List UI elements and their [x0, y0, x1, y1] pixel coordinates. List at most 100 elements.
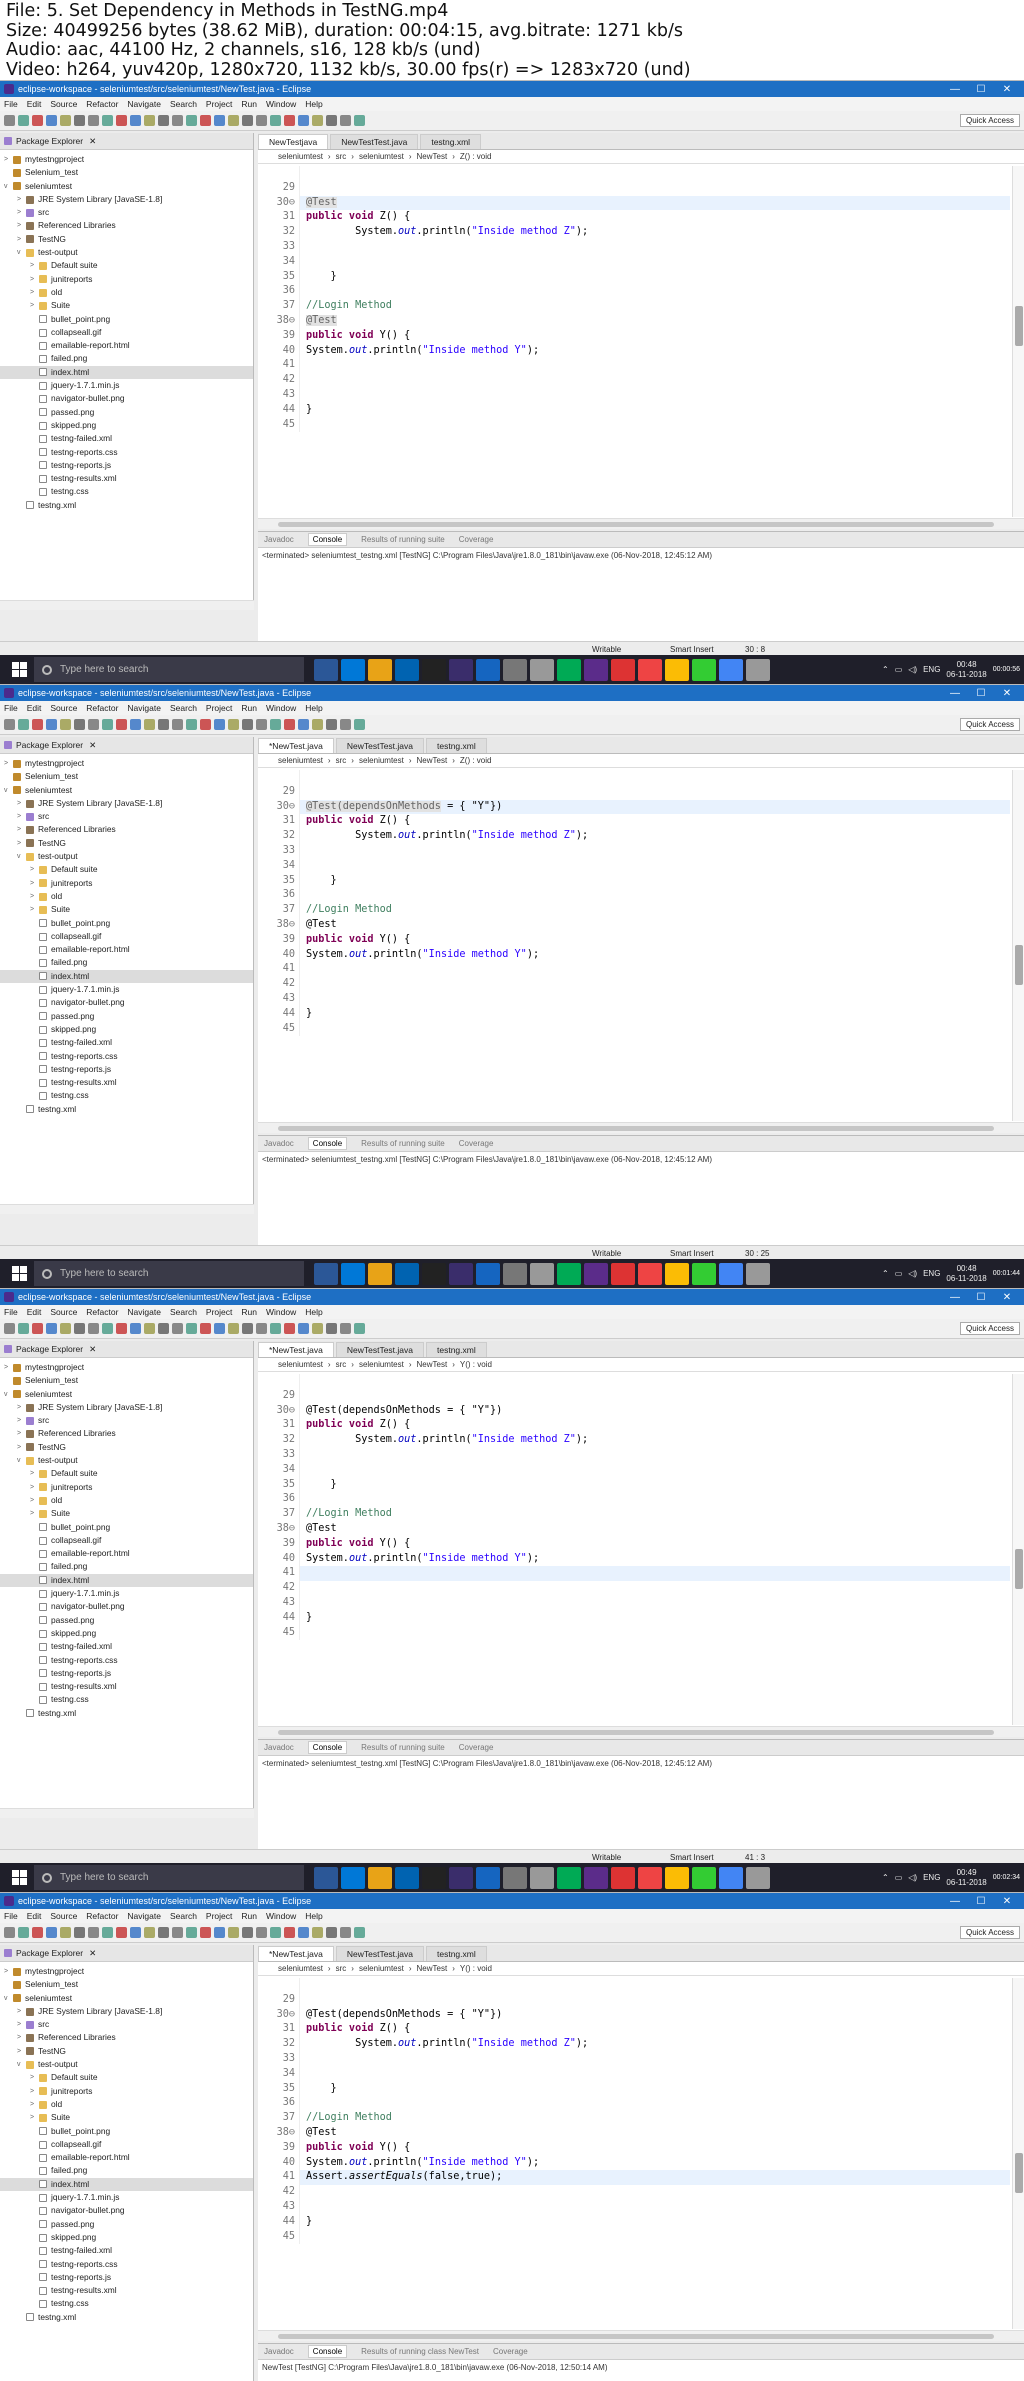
tree-item[interactable]: > junitreports	[0, 877, 253, 890]
tree-item[interactable]: testng-results.xml	[0, 1680, 253, 1693]
tree-item[interactable]: Selenium_test	[0, 1978, 253, 1991]
tree-item[interactable]: emailable-report.html	[0, 339, 253, 352]
volume-icon[interactable]: ◁)	[908, 665, 917, 674]
toolbar-icon[interactable]	[256, 719, 267, 730]
tree-item[interactable]: > old	[0, 890, 253, 903]
app-icon[interactable]	[584, 658, 608, 681]
horizontal-scrollbar[interactable]	[258, 1122, 1024, 1133]
close-icon[interactable]: ✕	[994, 1896, 1020, 1907]
toolbar-icon[interactable]	[144, 1323, 155, 1334]
expand-arrow-icon[interactable]: >	[30, 1507, 39, 1520]
chevron-up-icon[interactable]: ⌃	[882, 1873, 889, 1882]
app-icon[interactable]	[395, 658, 419, 681]
tree-item[interactable]: testng-reports.js	[0, 459, 253, 472]
tree-item[interactable]: navigator-bullet.png	[0, 2204, 253, 2217]
tab-newtesttest[interactable]: NewTestTest.java	[335, 1946, 424, 1961]
tree-item[interactable]: > mytestngproject	[0, 153, 253, 166]
toolbar-icon[interactable]	[158, 1323, 169, 1334]
expand-arrow-icon[interactable]: >	[4, 757, 13, 770]
expand-arrow-icon[interactable]: >	[17, 1414, 26, 1427]
app-icon[interactable]	[692, 1262, 716, 1285]
code-line[interactable]: 36	[258, 284, 1010, 300]
app-icon[interactable]	[395, 1262, 419, 1285]
code-line[interactable]: 43	[258, 387, 1010, 403]
toolbar-icon[interactable]	[326, 719, 337, 730]
code-line[interactable]: 32 System.out.println("Inside method Z")…	[258, 2037, 1010, 2052]
console-tab[interactable]: Console	[307, 533, 348, 546]
toolbar-icon[interactable]	[326, 115, 337, 126]
code-line[interactable]: 41 Assert.assertEquals(false,true);	[258, 2170, 1010, 2186]
tree-item[interactable]: > TestNG	[0, 1441, 253, 1454]
tree-item[interactable]: v seleniumtest	[0, 180, 253, 193]
tab-newtest[interactable]: *NewTest.java	[258, 738, 334, 753]
toolbar-icon[interactable]	[88, 1323, 99, 1334]
code-line[interactable]: 32 System.out.println("Inside method Z")…	[258, 829, 1010, 844]
toolbar-icon[interactable]	[74, 719, 85, 730]
breadcrumb-item[interactable]: NewTest	[417, 1360, 448, 1369]
expand-arrow-icon[interactable]: >	[30, 273, 39, 286]
close-icon[interactable]: ✕	[994, 688, 1020, 699]
toolbar-icon[interactable]	[88, 115, 99, 126]
code-line[interactable]	[258, 166, 1010, 181]
code-line[interactable]: 41	[258, 358, 1010, 374]
toolbar-icon[interactable]	[298, 115, 309, 126]
toolbar-icon[interactable]	[32, 115, 43, 126]
tree-item[interactable]: testng-reports.js	[0, 1667, 253, 1680]
breadcrumb-item[interactable]: NewTest	[417, 756, 448, 765]
menu-item[interactable]: Help	[305, 703, 322, 713]
toolbar-icon[interactable]	[116, 1927, 127, 1938]
toolbar-icon[interactable]	[228, 719, 239, 730]
expand-arrow-icon[interactable]: >	[30, 1467, 39, 1480]
toolbar-icon[interactable]	[32, 1323, 43, 1334]
tree-item[interactable]: testng-reports.js	[0, 2271, 253, 2284]
toolbar-icon[interactable]	[256, 1927, 267, 1938]
expand-arrow-icon[interactable]: >	[17, 206, 26, 219]
menu-item[interactable]: Search	[170, 99, 197, 109]
toolbar-icon[interactable]	[74, 1323, 85, 1334]
tree-item[interactable]: testng-results.xml	[0, 472, 253, 485]
app-icon[interactable]	[557, 1866, 581, 1889]
tree-item[interactable]: passed.png	[0, 2218, 253, 2231]
language-indicator[interactable]: ENG	[923, 1873, 940, 1882]
console-tab[interactable]: Coverage	[459, 1139, 494, 1148]
toolbar-icon[interactable]	[116, 115, 127, 126]
console-tab[interactable]: Javadoc	[264, 1743, 294, 1752]
tree-item[interactable]: > JRE System Library [JavaSE-1.8]	[0, 1401, 253, 1414]
app-icon[interactable]	[476, 1866, 500, 1889]
breadcrumb-item[interactable]: Z() : void	[460, 152, 492, 161]
tab-newtest[interactable]: *NewTest.java	[258, 1342, 334, 1357]
code-line[interactable]: 38⊖ @Test	[258, 1521, 1010, 1537]
breadcrumb-item[interactable]: Y() : void	[460, 1964, 492, 1973]
code-line[interactable]: 36	[258, 2096, 1010, 2112]
toolbar-icon[interactable]	[214, 115, 225, 126]
tree-item[interactable]: jquery-1.7.1.min.js	[0, 379, 253, 392]
code-line[interactable]: 29	[258, 784, 1010, 800]
menu-item[interactable]: Window	[266, 1307, 296, 1317]
menu-item[interactable]: Project	[206, 99, 232, 109]
quick-access-field[interactable]: Quick Access	[959, 1322, 1020, 1335]
windows-start-icon[interactable]	[4, 1259, 34, 1288]
app-icon[interactable]	[476, 1262, 500, 1285]
app-icon[interactable]	[638, 1866, 662, 1889]
tab-testng-xml[interactable]: testng.xml	[420, 134, 482, 149]
clock[interactable]: 00:48 06-11-2018	[946, 1264, 986, 1284]
minimize-icon[interactable]: —	[942, 688, 968, 699]
toolbar-icon[interactable]	[354, 719, 365, 730]
menu-item[interactable]: Source	[50, 1911, 77, 1921]
tree-item[interactable]: > junitreports	[0, 1481, 253, 1494]
tree-item[interactable]: v test-output	[0, 1454, 253, 1467]
tree-item[interactable]: > junitreports	[0, 2085, 253, 2098]
code-line[interactable]: 37 //Login Method	[258, 2111, 1010, 2126]
expand-arrow-icon[interactable]: >	[17, 2045, 26, 2058]
toolbar-icon[interactable]	[32, 1927, 43, 1938]
tree-item[interactable]: failed.png	[0, 352, 253, 365]
tree-item[interactable]: > Referenced Libraries	[0, 823, 253, 836]
expand-arrow-icon[interactable]: >	[30, 299, 39, 312]
tree-item[interactable]: Selenium_test	[0, 166, 253, 179]
expand-arrow-icon[interactable]: >	[17, 2031, 26, 2044]
toolbar-icon[interactable]	[214, 719, 225, 730]
code-line[interactable]: 30⊖ @Test(dependsOnMethods = { "Y"})	[258, 1403, 1010, 1419]
menu-item[interactable]: Edit	[27, 99, 42, 109]
toolbar-icon[interactable]	[270, 1927, 281, 1938]
menu-item[interactable]: Navigate	[127, 99, 161, 109]
